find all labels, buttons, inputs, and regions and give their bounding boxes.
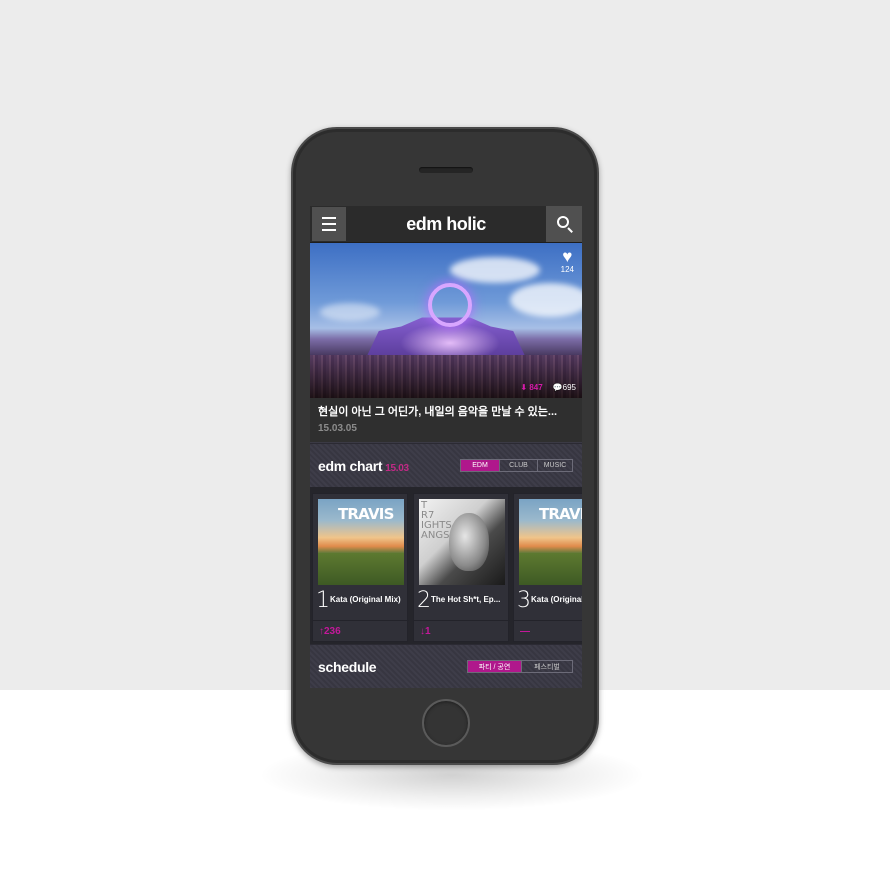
phone-screen: edm holic ♥ 124 ⬇ 847 💬695 현실이 아닌 그 어딘가,… bbox=[310, 206, 582, 688]
chart-title-text: edm chart bbox=[318, 458, 383, 474]
rank-change: ↑236 bbox=[319, 626, 341, 637]
chart-section-header: edm chart 15.03 EDM CLUB MUSIC bbox=[310, 443, 582, 487]
song-title: Kata (Original Mix) bbox=[531, 595, 582, 604]
home-button[interactable] bbox=[422, 699, 470, 747]
download-count: 847 bbox=[529, 383, 543, 392]
tab-party[interactable]: 파티 / 공연 bbox=[468, 661, 521, 672]
album-art: TRAVIS bbox=[519, 499, 582, 585]
search-button[interactable] bbox=[546, 206, 582, 242]
tab-festival[interactable]: 페스티벌 bbox=[521, 661, 572, 672]
chart-card[interactable]: TRAVIS 1 Kata (Original Mix) ↑236 bbox=[312, 493, 409, 642]
banner-stats: ⬇ 847 💬695 bbox=[520, 383, 576, 392]
like-button[interactable]: ♥ 124 bbox=[560, 247, 574, 274]
album-art: T R7 IGHTS ANGS bbox=[419, 499, 505, 585]
featured-banner[interactable]: ♥ 124 ⬇ 847 💬695 bbox=[310, 243, 582, 398]
phone-speaker bbox=[419, 167, 473, 173]
schedule-title: schedule bbox=[318, 659, 377, 675]
chart-rank: 3 bbox=[517, 588, 531, 613]
chart-rank: 2 bbox=[417, 588, 431, 613]
tab-club[interactable]: CLUB bbox=[499, 460, 537, 471]
app-title: edm holic bbox=[406, 214, 486, 234]
comment-icon: 💬 bbox=[552, 383, 563, 392]
schedule-section-header: schedule 파티 / 공연 페스티벌 bbox=[310, 644, 582, 688]
song-title: The Hot Sh*t, Ep... bbox=[431, 595, 501, 604]
album-art: TRAVIS bbox=[318, 499, 404, 585]
tab-music[interactable]: MUSIC bbox=[537, 460, 572, 471]
chart-card[interactable]: T R7 IGHTS ANGS 2 The Hot Sh*t, Ep... ↓1 bbox=[413, 493, 510, 642]
banner-date: 15.03.05 bbox=[318, 423, 357, 434]
banner-title: 현실이 아닌 그 어딘가, 내일의 음악을 만날 수 있는... bbox=[318, 406, 558, 418]
like-count: 124 bbox=[560, 265, 574, 274]
download-icon: ⬇ bbox=[520, 383, 528, 392]
chart-card[interactable]: TRAVIS 3 Kata (Original Mix) — bbox=[513, 493, 582, 642]
stage-logo bbox=[428, 283, 472, 327]
chart-rank: 1 bbox=[316, 588, 330, 613]
app-header: edm holic bbox=[310, 206, 582, 243]
chart-title: edm chart 15.03 bbox=[318, 458, 409, 474]
rank-change: ↓1 bbox=[420, 626, 431, 637]
phone-frame: edm holic ♥ 124 ⬇ 847 💬695 현실이 아닌 그 어딘가,… bbox=[291, 127, 599, 765]
rank-change: — bbox=[520, 626, 530, 637]
menu-button[interactable] bbox=[312, 207, 346, 241]
download-stat: ⬇ 847 bbox=[520, 383, 542, 392]
chart-carousel[interactable]: TRAVIS 1 Kata (Original Mix) ↑236 T R7 IGH… bbox=[310, 487, 582, 644]
comment-stat: 💬695 bbox=[553, 383, 576, 392]
chart-tabs: EDM CLUB MUSIC bbox=[460, 459, 573, 472]
comment-count: 695 bbox=[562, 383, 576, 392]
banner-caption[interactable]: 현실이 아닌 그 어딘가, 내일의 음악을 만날 수 있는... 15.03.0… bbox=[310, 398, 582, 442]
tab-edm[interactable]: EDM bbox=[461, 460, 499, 471]
heart-icon: ♥ bbox=[562, 247, 573, 266]
chart-date: 15.03 bbox=[385, 463, 409, 474]
song-title: Kata (Original Mix) bbox=[330, 595, 401, 604]
schedule-tabs: 파티 / 공연 페스티벌 bbox=[467, 660, 573, 673]
